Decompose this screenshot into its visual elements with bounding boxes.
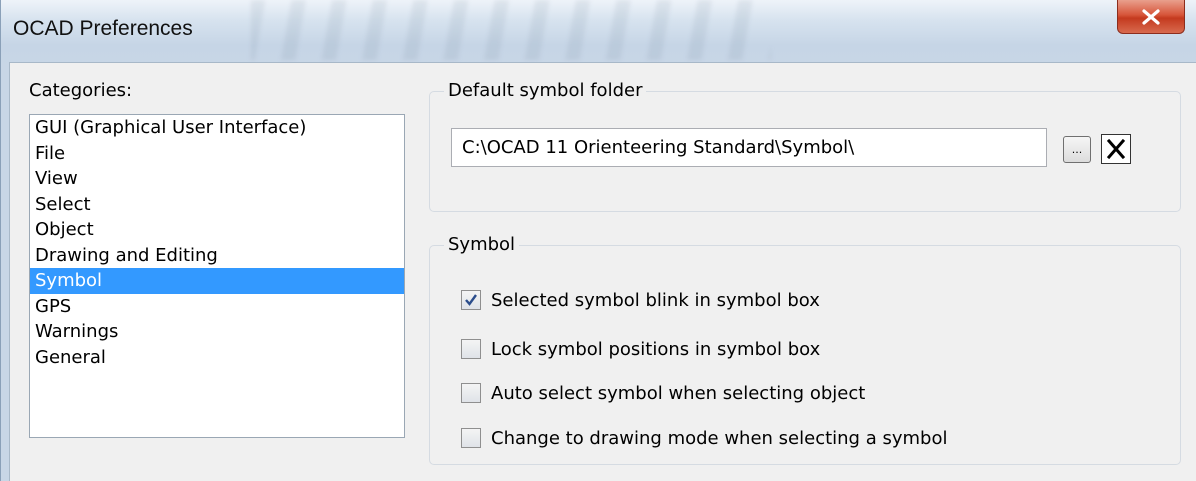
browse-folder-button[interactable]: ... [1063,136,1091,163]
blink-symbol-label: Selected symbol blink in symbol box [491,289,820,311]
preferences-window: OCAD Preferences Categories: GUI (Graphi… [0,0,1196,481]
default-symbol-folder-legend: Default symbol folder [444,79,647,103]
option-lock-symbol[interactable]: Lock symbol positions in symbol box [461,338,820,360]
category-item-object[interactable]: Object [30,217,404,243]
symbol-folder-path-input[interactable] [451,128,1047,167]
categories-list[interactable]: GUI (Graphical User Interface) File View… [29,114,405,438]
category-item-warnings[interactable]: Warnings [30,319,404,345]
clear-x-icon [1106,139,1126,159]
close-icon [1142,8,1160,25]
auto-select-checkbox[interactable] [461,383,481,403]
category-item-general[interactable]: General [30,345,404,371]
category-item-file[interactable]: File [30,141,404,167]
lock-symbol-label: Lock symbol positions in symbol box [491,338,821,360]
categories-label: Categories: [29,80,133,101]
symbol-group-legend: Symbol [444,233,520,257]
option-drawing-mode[interactable]: Change to drawing mode when selecting a … [461,427,947,449]
blink-symbol-checkbox[interactable] [461,290,481,310]
option-blink-symbol[interactable]: Selected symbol blink in symbol box [461,289,820,311]
drawing-mode-label: Change to drawing mode when selecting a … [491,427,948,449]
window-title: OCAD Preferences [13,17,193,40]
drawing-mode-checkbox[interactable] [461,428,481,448]
title-bar-background [251,0,771,60]
category-item-gui[interactable]: GUI (Graphical User Interface) [30,115,404,141]
close-button[interactable] [1117,0,1185,34]
option-auto-select[interactable]: Auto select symbol when selecting object [461,382,865,404]
checkmark-icon [465,294,477,306]
clear-folder-button[interactable] [1101,134,1131,164]
category-item-symbol[interactable]: Symbol [30,268,404,294]
auto-select-label: Auto select symbol when selecting object [491,382,866,404]
lock-symbol-checkbox[interactable] [461,339,481,359]
category-item-drawing-editing[interactable]: Drawing and Editing [30,243,404,269]
category-item-select[interactable]: Select [30,192,404,218]
category-item-gps[interactable]: GPS [30,294,404,320]
category-item-view[interactable]: View [30,166,404,192]
